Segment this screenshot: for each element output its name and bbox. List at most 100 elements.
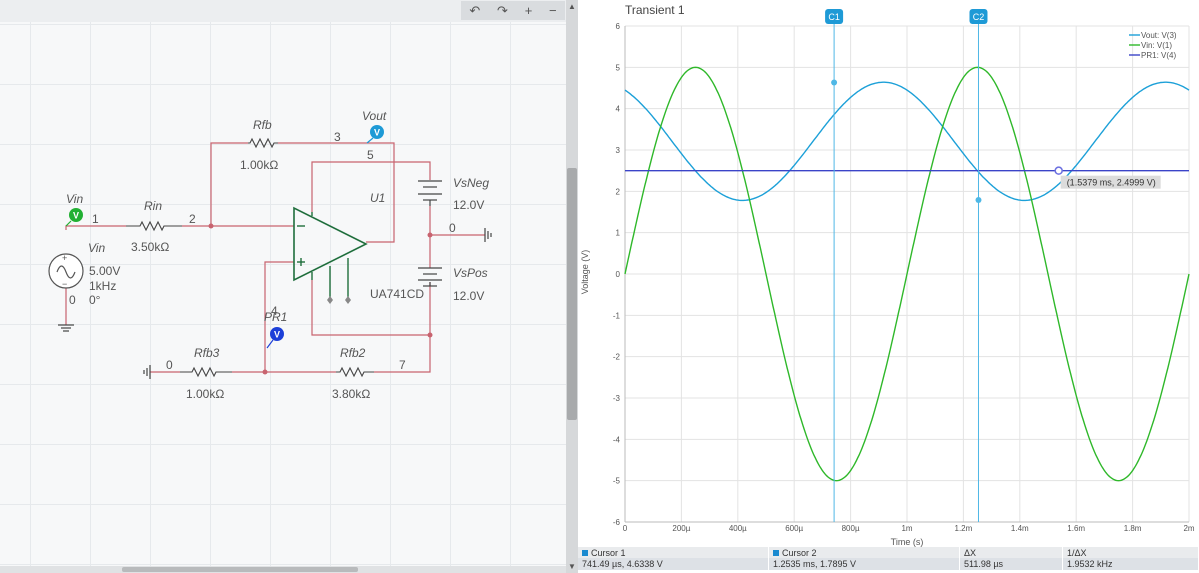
y-tick-label: 5 [616, 63, 621, 72]
cursors[interactable]: C1 C2 [825, 9, 1063, 522]
vin-frequency-label: 1kHz [89, 279, 116, 293]
rin-value-label: 3.50kΩ [131, 240, 169, 254]
y-tick-label: -4 [613, 435, 621, 444]
inverse-delta-x-value: 1.9532 kHz [1062, 558, 1199, 570]
cursor-point-2 [975, 197, 982, 204]
y-tick-label: 6 [616, 22, 621, 31]
cursor1-color-swatch [582, 549, 588, 556]
y-tick-label: 2 [616, 187, 621, 196]
cursor2-value: 1.2535 ms, 1.7895 V [768, 558, 960, 570]
hover-marker-point [1054, 166, 1063, 175]
node-1-label: 1 [92, 212, 99, 226]
y-tick-label: -3 [613, 394, 621, 403]
battery-vspos [418, 267, 442, 287]
cursor-readout-table: Cursor 1 Cursor 2 ΔX 1/ΔX 741.49 µs, 4.6… [578, 547, 1199, 573]
delta-x-value: 511.98 µs [959, 558, 1063, 570]
pane-splitter[interactable]: ▲ ▼ [566, 0, 578, 573]
scroll-down-arrow-icon[interactable]: ▼ [568, 562, 576, 571]
node-5-label: 5 [367, 148, 374, 162]
rfb2-value-label: 3.80kΩ [332, 387, 370, 401]
horizontal-scrollbar-thumb[interactable] [122, 567, 358, 572]
node-0-right-label: 0 [449, 221, 456, 235]
y-tick-label: 4 [616, 105, 621, 114]
y-tick-label: 3 [616, 146, 621, 155]
vin-amplitude-label: 5.00V [89, 264, 120, 278]
x-tick-label: 1.4m [1011, 524, 1029, 533]
vin-probe-lead [65, 220, 72, 227]
x-tick-label: 0 [623, 524, 628, 533]
delta-x-header: ΔX [959, 547, 1063, 558]
vsneg-name-label: VsNeg [453, 176, 489, 190]
rfb2-resistor [336, 366, 374, 378]
rfb-value-label: 1.00kΩ [240, 158, 278, 172]
x-tick-label: 1.2m [955, 524, 973, 533]
rfb3-name-label: Rfb3 [194, 346, 220, 360]
rfb3-resistor [180, 366, 232, 378]
cursor1-header: Cursor 1 [578, 547, 769, 558]
y-tick-label: 1 [616, 229, 621, 238]
x-tick-label: 1m [901, 524, 912, 533]
vertical-scrollbar-thumb[interactable] [567, 168, 577, 420]
svg-text:+: + [62, 253, 67, 263]
cursor2-header-label: Cursor 2 [782, 547, 817, 558]
legend-entry: PR1: V(4) [1141, 51, 1176, 60]
opamp-model-label: UA741CD [370, 287, 424, 301]
opamp-u1[interactable] [293, 206, 368, 304]
node-0-left-label: 0 [69, 293, 76, 307]
y-tick-label: -6 [613, 518, 621, 527]
x-tick-label: 1.6m [1067, 524, 1085, 533]
y-tick-label: -1 [613, 311, 621, 320]
node-0-bottom-label: 0 [166, 358, 173, 372]
x-tick-label: 2m [1183, 524, 1194, 533]
ground-left-icon [58, 324, 74, 332]
inverse-delta-x-header: 1/ΔX [1062, 547, 1199, 558]
node-3-label: 3 [334, 130, 341, 144]
battery-vsneg [418, 180, 442, 206]
x-tick-label: 200µ [672, 524, 690, 533]
x-tick-label: 400µ [729, 524, 747, 533]
probe-v-label: V [374, 128, 380, 138]
cursor-handle-label-2: C2 [973, 12, 985, 22]
ground-bottom-icon [143, 365, 151, 379]
x-tick-label: 1.8m [1124, 524, 1142, 533]
pr1-probe-lead [266, 339, 274, 349]
u1-label: U1 [370, 191, 385, 205]
legend-entry: Vout: V(3) [1141, 31, 1177, 40]
tooltip-text: (1.5379 ms, 2.4999 V) [1067, 178, 1156, 188]
hover-tooltip: (1.5379 ms, 2.4999 V) [1060, 175, 1161, 189]
cursor1-value: 741.49 µs, 4.6338 V [578, 558, 769, 570]
rin-resistor [126, 220, 182, 232]
scroll-up-arrow-icon[interactable]: ▲ [568, 2, 576, 11]
node-7-label: 7 [399, 358, 406, 372]
axis-ticks: 0 200µ 400µ 600µ 800µ 1m 1.2m 1.4m 1.6m 1.8m 2m 6 5 4… [613, 22, 1195, 533]
y-tick-label: -5 [613, 477, 621, 486]
probe-v-label: V [73, 211, 79, 221]
vin-probe[interactable]: V [69, 208, 83, 222]
ground-right-icon [484, 228, 492, 242]
schematic-canvas[interactable]: ↶ ↷ + − + − V V V Vin 1 Rin 3.50kΩ 2 Rfb… [0, 0, 566, 573]
x-tick-label: 600µ [785, 524, 803, 533]
rfb-resistor [248, 137, 278, 149]
cursor2-header: Cursor 2 [768, 547, 960, 558]
rfb2-name-label: Rfb2 [340, 346, 366, 360]
cursor-point-1 [831, 79, 838, 86]
rfb-name-label: Rfb [253, 118, 272, 132]
x-tick-label: 800µ [842, 524, 860, 533]
pr1-probe[interactable]: V [270, 327, 284, 341]
transient-plot-pane[interactable]: 0 200µ 400µ 600µ 800µ 1m 1.2m 1.4m 1.6m 1.8m 2m 6 5 4… [578, 0, 1199, 547]
pr1-probe-label: PR1 [264, 310, 287, 324]
ac-source-icon[interactable]: + − [48, 253, 84, 289]
cursor2-color-swatch [773, 549, 779, 556]
vin-probe-label: Vin [66, 192, 83, 206]
vsneg-value-label: 12.0V [453, 198, 484, 212]
y-axis-label: Voltage (V) [580, 250, 590, 295]
probe-v-label: V [274, 330, 280, 340]
rfb3-value-label: 1.00kΩ [186, 387, 224, 401]
vout-probe-label: Vout [362, 109, 387, 123]
resistors [126, 137, 374, 378]
svg-text:−: − [62, 279, 67, 289]
vout-probe[interactable]: V [370, 125, 384, 139]
horizontal-scrollbar[interactable] [0, 566, 566, 573]
transient-chart[interactable]: 0 200µ 400µ 600µ 800µ 1m 1.2m 1.4m 1.6m 1.8m 2m 6 5 4… [578, 0, 1199, 547]
y-tick-label: 0 [616, 270, 621, 279]
